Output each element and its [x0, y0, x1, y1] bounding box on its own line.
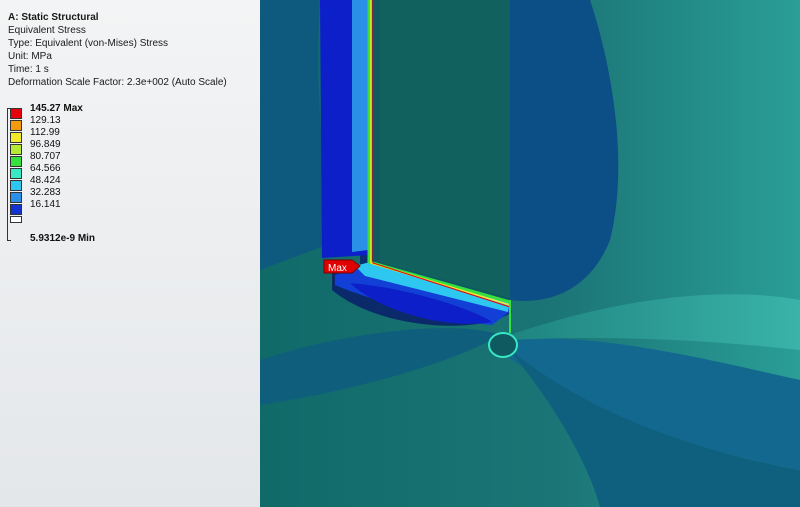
graphics-viewport[interactable]: Max	[260, 0, 800, 507]
details-panel: A: Static Structural Equivalent Stress T…	[0, 0, 260, 507]
legend-swatch	[10, 204, 22, 215]
max-probe-label: Max	[328, 263, 347, 274]
legend-level-label: 129.13	[30, 115, 61, 126]
legend-level-label: 64.566	[30, 163, 61, 174]
legend-swatch	[10, 168, 22, 179]
result-type: Type: Equivalent (von-Mises) Stress	[8, 38, 169, 49]
legend-level-label: 32.283	[30, 187, 61, 198]
legend-level-label: 112.99	[30, 127, 60, 138]
deformation-scale: Deformation Scale Factor: 2.3e+002 (Auto…	[8, 77, 227, 88]
legend-color-bar	[10, 108, 22, 224]
legend-swatch	[10, 156, 22, 167]
result-info: A: Static Structural Equivalent Stress T…	[8, 11, 227, 89]
stress-hotspot	[488, 332, 518, 358]
legend-max-label: 145.27 Max	[30, 103, 83, 114]
legend-level-label: 48.424	[30, 175, 61, 186]
legend-swatch	[10, 144, 22, 155]
legend-swatch	[10, 120, 22, 131]
legend-swatch	[10, 132, 22, 143]
contour-region	[352, 0, 368, 252]
legend-swatch	[10, 192, 22, 203]
result-time: Time: 1 s	[8, 64, 49, 75]
result-unit: Unit: MPa	[8, 51, 52, 62]
legend-level-label: 96.849	[30, 139, 61, 150]
legend-min-label: 5.9312e-9 Min	[30, 233, 96, 244]
legend-swatch	[10, 108, 22, 119]
legend-swatch-min	[10, 216, 22, 223]
analysis-title: A: Static Structural	[8, 12, 99, 23]
stress-contour-plot[interactable]: Max	[260, 0, 800, 507]
legend-swatch	[10, 180, 22, 191]
slot-interior	[380, 0, 510, 298]
result-name: Equivalent Stress	[8, 25, 86, 36]
legend-level-label: 80.707	[30, 151, 61, 162]
legend-level-label: 16.141	[30, 199, 61, 210]
